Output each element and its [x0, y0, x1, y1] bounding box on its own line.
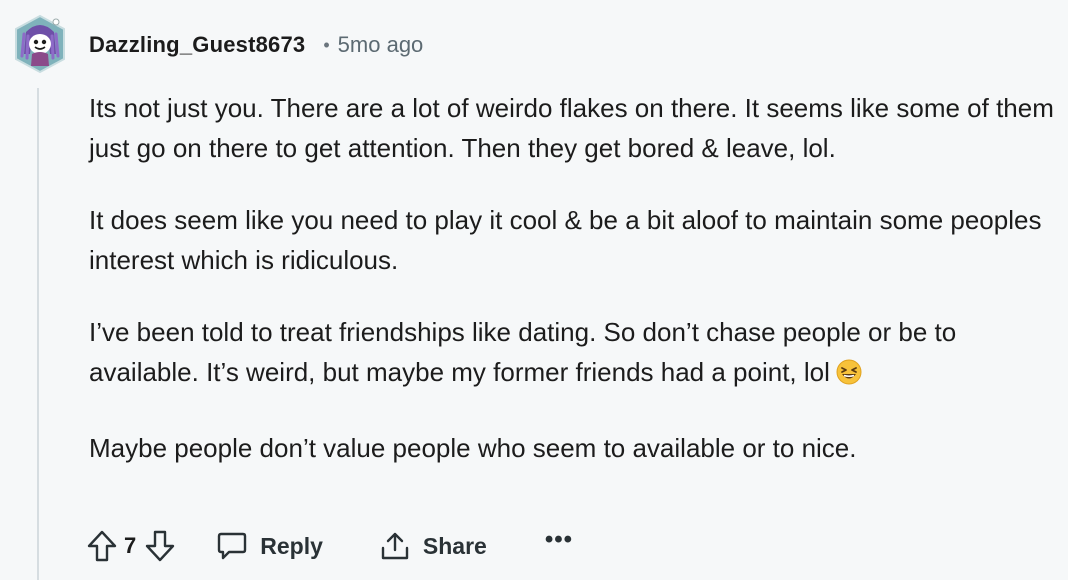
comment-body: Its not just you. There are a lot of wei…	[89, 88, 1054, 500]
comment-header: Dazzling_Guest8673 • 5mo ago	[89, 28, 423, 62]
avatar[interactable]	[12, 14, 68, 74]
comment-paragraph-1: Its not just you. There are a lot of wei…	[89, 93, 1054, 163]
comment-paragraph-2: It does seem like you need to play it co…	[89, 205, 1042, 275]
vote-count: 7	[124, 533, 137, 558]
comment-action-bar: 7 Reply Share •••	[86, 524, 573, 568]
snoo-avatar-icon	[15, 14, 65, 74]
downvote-arrow-icon[interactable]	[144, 529, 176, 563]
share-label: Share	[422, 532, 487, 559]
author-username[interactable]: Dazzling_Guest8673	[89, 32, 305, 58]
share-button[interactable]: Share	[379, 530, 487, 562]
comment-paragraph-3: I’ve been told to treat friendships like…	[89, 312, 1054, 396]
more-options-button[interactable]: •••	[545, 526, 573, 554]
separator-dot: •	[323, 34, 330, 55]
reply-label: Reply	[260, 532, 323, 559]
upvote-arrow-icon[interactable]	[86, 529, 118, 563]
comment-timestamp[interactable]: 5mo ago	[338, 32, 424, 58]
thread-line	[37, 88, 39, 580]
reply-button[interactable]: Reply	[216, 530, 323, 562]
comment-paragraph-4: Maybe people don’t value people who seem…	[89, 433, 857, 463]
comment-bubble-icon	[218, 532, 247, 560]
laughing-emoji-icon	[836, 356, 862, 396]
share-upload-icon	[381, 532, 409, 560]
comment-paragraph-3-text: I’ve been told to treat friendships like…	[89, 317, 957, 387]
